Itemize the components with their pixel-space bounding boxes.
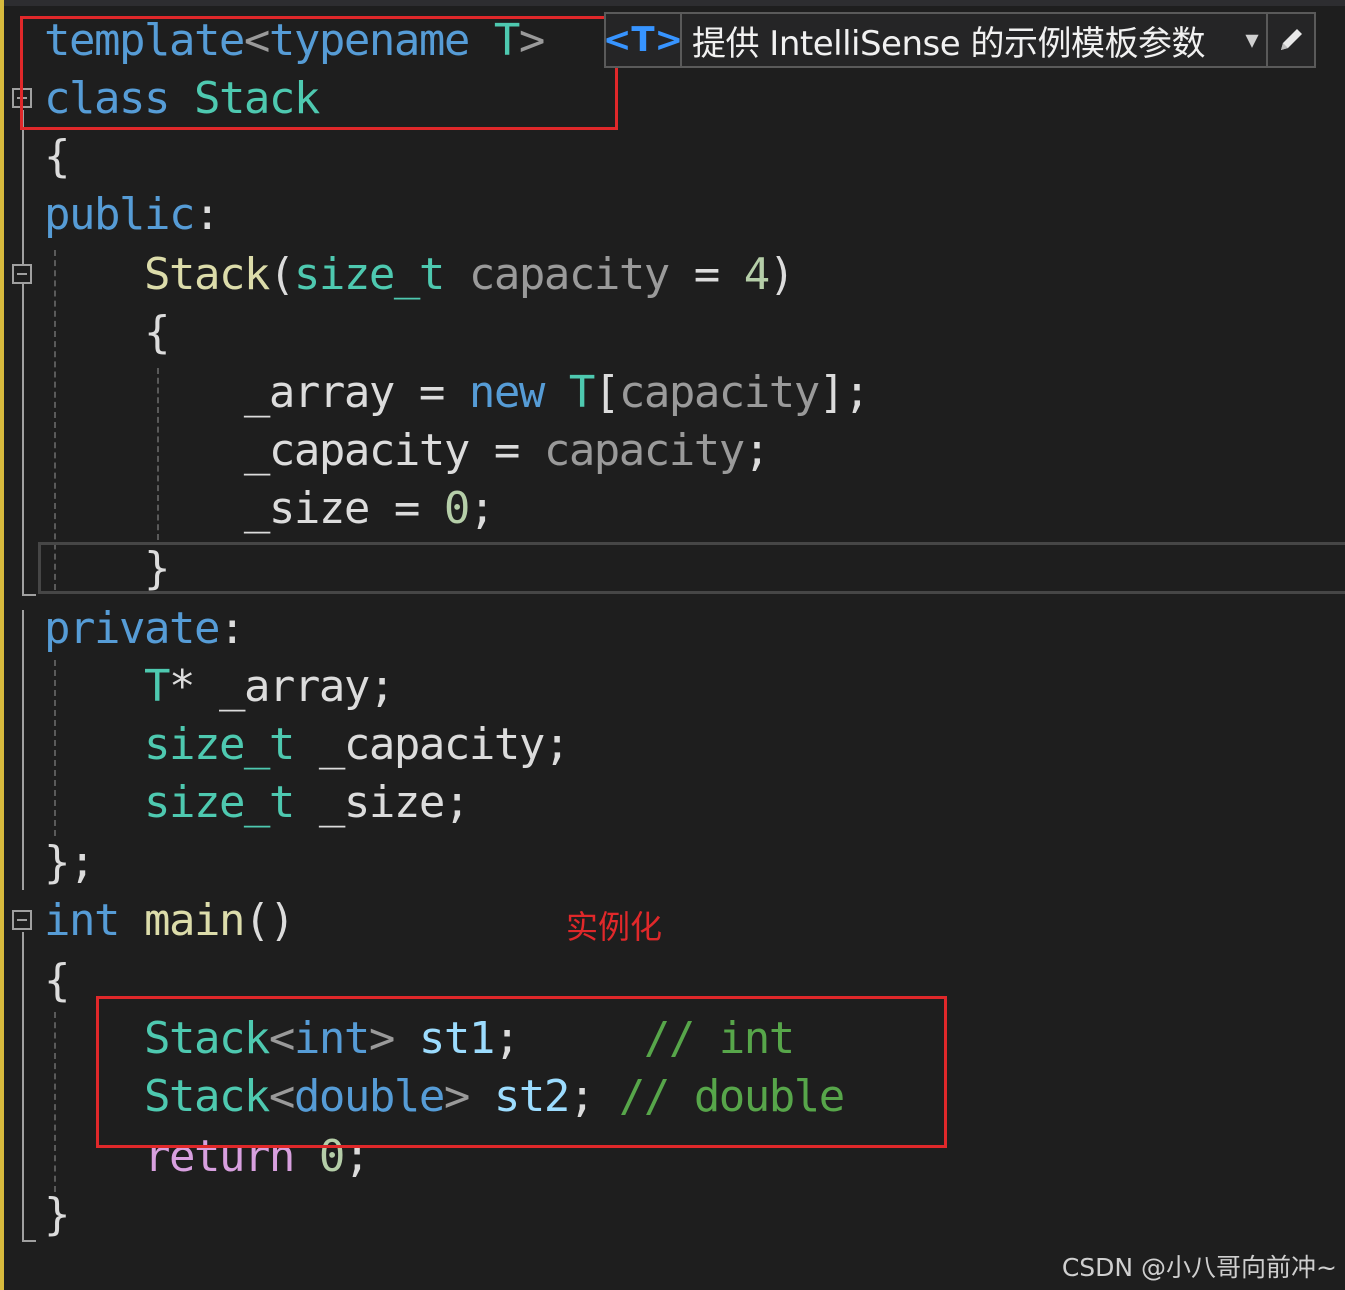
change-indicator-bar [0,0,4,1290]
intellisense-template-bar[interactable]: <T> 提供 IntelliSense 的示例模板参数 ▼ [603,12,1316,68]
code-token: capacity [468,249,670,300]
code-token: = [368,483,444,534]
code-line[interactable]: { [44,952,71,1010]
code-line[interactable]: { [44,128,71,186]
fold-main-icon[interactable] [12,910,32,930]
code-token: : [218,603,246,654]
code-line[interactable]: { [44,304,171,362]
code-token: = [393,367,469,418]
code-token: ; [743,425,771,476]
code-token: : [193,189,221,240]
code-token: int [44,895,120,946]
template-param-chip[interactable]: <T> [603,14,683,66]
fold-main-tick [22,1240,36,1242]
code-token: () [243,895,295,946]
code-token: [ [593,367,621,418]
code-line[interactable]: _array = new T[capacity]; [44,364,870,422]
code-token: Stack [143,249,270,300]
code-token: ; [368,661,396,712]
code-token: = [468,425,544,476]
chevron-down-icon[interactable]: ▼ [1238,14,1266,66]
code-token: } [143,543,171,594]
code-token: _array [243,367,395,418]
pencil-icon[interactable] [1266,14,1314,66]
red-box-instantiation [96,996,947,1148]
code-line[interactable]: _capacity = capacity; [44,422,771,480]
code-token: public [44,189,195,240]
fold-class-tick [22,594,36,596]
current-line-highlight [38,542,1345,594]
fold-class-line [22,110,24,596]
code-token: T [143,661,171,712]
code-token: ) [768,249,796,300]
code-token: ; [468,483,496,534]
code-token: 0 [443,483,471,534]
code-token: main [143,895,245,946]
watermark: CSDN @小八哥向前冲~ [1061,1253,1337,1282]
code-token: { [143,307,171,358]
code-token: new [468,367,545,418]
red-box-template-declaration [20,16,618,130]
annotation-label: 实例化 [566,908,663,946]
fold-constructor-icon[interactable] [12,264,32,284]
code-token: _size [243,483,370,534]
code-line[interactable]: _size = 0; [44,480,496,538]
code-line[interactable]: } [44,1186,71,1244]
code-token: } [44,1189,71,1240]
code-editor[interactable]: template<typename T> class Stack{public: … [0,0,1345,1290]
editor-top-strip [0,0,1345,6]
code-token: ; [543,719,571,770]
code-line[interactable]: private: [44,600,246,658]
intellisense-hint-text: 提供 IntelliSense 的示例模板参数 [692,23,1205,64]
code-token: T [568,367,596,418]
code-token: _capacity [318,719,545,770]
code-token: { [44,955,71,1006]
code-line[interactable]: size_t _size; [44,774,471,832]
code-token: }; [44,837,95,888]
code-token: 4 [743,249,771,300]
code-token: size_t [143,719,295,770]
code-token: size_t [143,777,295,828]
fold-main-line [22,932,24,1242]
code-token: ]; [818,367,870,418]
code-line[interactable]: Stack(size_t capacity = 4) [44,246,796,304]
code-token: size_t [293,249,445,300]
code-token: * [168,661,219,712]
code-token: capacity [618,367,820,418]
code-line[interactable]: int main() [44,892,295,950]
code-line[interactable]: T* _array; [44,658,396,716]
code-token: _capacity [243,425,470,476]
code-line[interactable]: } [44,540,171,598]
code-token: capacity [543,425,745,476]
fold-class-line-2 [22,610,24,890]
code-line[interactable]: }; [44,834,95,892]
code-token: ; [443,777,471,828]
code-token: { [44,131,71,182]
code-line[interactable]: size_t _capacity; [44,716,571,774]
code-token: ( [268,249,296,300]
code-token: private [44,603,220,654]
code-token: _size [318,777,445,828]
code-line[interactable]: public: [44,186,221,244]
code-token: = [668,249,744,300]
code-token: _array [218,661,370,712]
